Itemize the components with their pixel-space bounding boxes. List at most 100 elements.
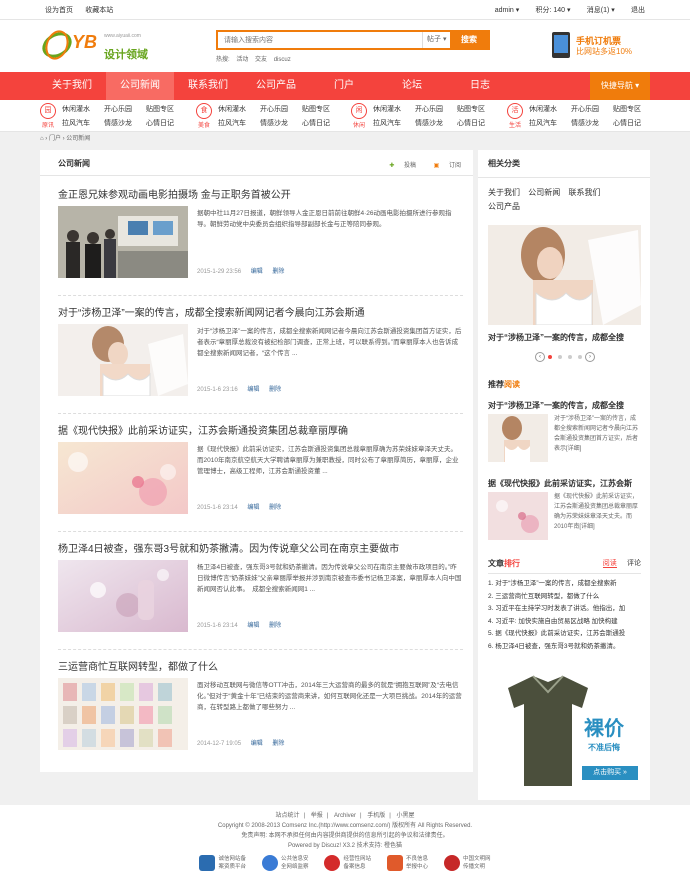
subnav-link[interactable]: 情感沙龙 xyxy=(260,118,302,128)
ranking-item[interactable]: 2. 三运营商忙互联网转型，都做了什么 xyxy=(488,591,641,604)
subnav-link[interactable]: 贴图专区 xyxy=(302,104,344,114)
subnav-link[interactable]: 贴图专区 xyxy=(457,104,499,114)
category-link[interactable]: 联系我们 xyxy=(568,188,600,197)
next-arrow-icon[interactable]: › xyxy=(585,352,595,362)
subnav-link[interactable]: 心情日记 xyxy=(302,118,344,128)
subnav-link[interactable]: 拉风汽车 xyxy=(218,118,260,128)
ad-buy-button[interactable]: 点击购买 » xyxy=(582,766,638,780)
nav-about[interactable]: 关于我们 xyxy=(38,72,106,100)
nav-forum[interactable]: 论坛 xyxy=(378,72,446,100)
edit-link[interactable]: 编辑 xyxy=(251,741,263,747)
edit-link[interactable]: 编辑 xyxy=(251,269,263,275)
subnav-link[interactable]: 开心乐园 xyxy=(104,104,146,114)
subnav-link[interactable]: 心情日记 xyxy=(146,118,188,128)
subnav-link[interactable]: 心情日记 xyxy=(613,118,655,128)
ranking-item[interactable]: 3. 习近平在主持学习时发表了讲话。他指出，加 xyxy=(488,603,641,616)
trust-badge[interactable]: 经营性网站 备案信息 xyxy=(324,855,371,871)
nav-portal[interactable]: 门户 xyxy=(310,72,378,100)
trust-badge[interactable]: 诚信网站备 案资质平台 xyxy=(199,855,246,871)
subnav-link[interactable]: 开心乐园 xyxy=(260,104,302,114)
article-thumbnail[interactable] xyxy=(58,324,188,396)
article-title[interactable]: 金正恩兄妹参观动画电影拍摄场 金与正职务首被公开 xyxy=(58,186,291,201)
article-title[interactable]: 据《现代快报》此前采访证实，江苏会斯通投资集团总裁章丽厚确 xyxy=(58,422,348,437)
submit-article-link[interactable]: ✚ 投稿 xyxy=(381,163,416,169)
messages-menu[interactable]: 消息(1) ▾ xyxy=(587,7,615,14)
ranking-item[interactable]: 1. 对于“涉杨卫泽”一案的传言，成都全搜索新 xyxy=(488,578,641,591)
user-menu[interactable]: admin ▾ xyxy=(495,7,520,14)
points-menu[interactable]: 积分: 140 ▾ xyxy=(535,7,570,14)
delete-link[interactable]: 删除 xyxy=(269,387,281,393)
hot-word[interactable]: 交友 xyxy=(255,57,267,63)
footer-link[interactable]: 站点统计 xyxy=(275,813,299,819)
mobile-ticket-promo[interactable]: 手机订机票 比网站多返10% xyxy=(552,32,652,60)
rec-thumbnail[interactable] xyxy=(488,492,548,540)
search-input[interactable] xyxy=(218,32,422,48)
prev-arrow-icon[interactable]: ‹ xyxy=(535,352,545,362)
subnav-link[interactable]: 开心乐园 xyxy=(571,104,613,114)
rec-title[interactable]: 对于“涉杨卫泽”一案的传言，成都全搜 xyxy=(488,400,641,411)
delete-link[interactable]: 删除 xyxy=(272,741,284,747)
footer-link[interactable]: Archiver xyxy=(334,813,356,819)
subnav-link[interactable]: 休闲灌水 xyxy=(529,104,571,114)
subnav-link[interactable]: 拉风汽车 xyxy=(373,118,415,128)
tab-reads[interactable]: 阅读 xyxy=(602,560,617,568)
subnav-link[interactable]: 休闲灌水 xyxy=(218,104,260,114)
slide-dot[interactable] xyxy=(558,355,562,359)
category-link[interactable]: 关于我们 xyxy=(488,188,520,197)
article-thumbnail[interactable] xyxy=(58,442,188,514)
featured-slide-image[interactable] xyxy=(488,225,641,325)
article-title[interactable]: 三运营商忙互联网转型，都做了什么 xyxy=(58,658,218,673)
site-logo[interactable]: YB www.aiyuaii.com 设计领域 xyxy=(40,28,160,62)
hot-word[interactable]: 活动 xyxy=(236,57,248,63)
article-thumbnail[interactable] xyxy=(58,560,188,632)
category-link[interactable]: 公司产品 xyxy=(488,202,520,211)
quick-nav-button[interactable]: 快捷导航 ▾ xyxy=(590,72,650,100)
hot-word[interactable]: discuz xyxy=(274,57,291,63)
ranking-item[interactable]: 4. 习近平: 加快实施自由贸易区战略 加快构建 xyxy=(488,616,641,629)
category-link[interactable]: 公司新闻 xyxy=(528,188,560,197)
footer-link[interactable]: 小黑屋 xyxy=(396,813,414,819)
edit-link[interactable]: 编辑 xyxy=(247,505,259,511)
set-homepage-link[interactable]: 设为首页 xyxy=(45,7,73,14)
nav-products[interactable]: 公司产品 xyxy=(242,72,310,100)
delete-link[interactable]: 删除 xyxy=(272,269,284,275)
article-thumbnail[interactable] xyxy=(58,678,188,750)
rec-title[interactable]: 据《现代快报》此前采访证实，江苏会斯 xyxy=(488,478,641,489)
subnav-link[interactable]: 开心乐园 xyxy=(415,104,457,114)
search-type-select[interactable]: 帖子 ▾ xyxy=(422,32,450,48)
tshirt-ad-banner[interactable]: 裸价 不准后悔 点击购买 » xyxy=(488,668,641,794)
ranking-item[interactable]: 6. 杨卫泽4日被查，强东哥3号就和奶茶撇清。 xyxy=(488,641,641,654)
subnav-link[interactable]: 情感沙龙 xyxy=(415,118,457,128)
search-button[interactable]: 搜索 xyxy=(450,32,488,48)
subnav-link[interactable]: 心情日记 xyxy=(457,118,499,128)
subnav-link[interactable]: 休闲灌水 xyxy=(373,104,415,114)
edit-link[interactable]: 编辑 xyxy=(247,387,259,393)
subnav-link[interactable]: 情感沙龙 xyxy=(571,118,613,128)
rss-subscribe-link[interactable]: ▣ 订阅 xyxy=(426,163,461,169)
edit-link[interactable]: 编辑 xyxy=(247,623,259,629)
trust-badge[interactable]: 中国文明网 传播文明 xyxy=(444,855,491,871)
footer-link[interactable]: 手机版 xyxy=(367,813,385,819)
logout-link[interactable]: 退出 xyxy=(631,7,645,14)
tab-comments[interactable]: 评论 xyxy=(627,560,641,567)
nav-contact[interactable]: 联系我们 xyxy=(174,72,242,100)
delete-link[interactable]: 删除 xyxy=(269,623,281,629)
slide-dot[interactable] xyxy=(578,355,582,359)
subnav-link[interactable]: 拉风汽车 xyxy=(529,118,571,128)
slide-dot[interactable] xyxy=(548,355,552,359)
article-title[interactable]: 对于“涉杨卫泽”一案的传言，成都全搜索新闻网记者今晨向江苏会斯通 xyxy=(58,304,365,319)
subnav-link[interactable]: 贴图专区 xyxy=(146,104,188,114)
slide-dot[interactable] xyxy=(568,355,572,359)
breadcrumb[interactable]: ⌂ › 门户 › 公司新闻 xyxy=(0,132,690,146)
nav-blog[interactable]: 日志 xyxy=(446,72,514,100)
subnav-link[interactable]: 情感沙龙 xyxy=(104,118,146,128)
ranking-item[interactable]: 5. 据《现代快报》此前采访证实，江苏会斯通投 xyxy=(488,628,641,641)
trust-badge[interactable]: 不良信息 举报中心 xyxy=(387,855,428,871)
nav-news[interactable]: 公司新闻 xyxy=(106,72,174,100)
subnav-link[interactable]: 贴图专区 xyxy=(613,104,655,114)
rec-thumbnail[interactable] xyxy=(488,414,548,462)
trust-badge[interactable]: 公共信息安 全网络监察 xyxy=(261,855,308,871)
delete-link[interactable]: 删除 xyxy=(269,505,281,511)
subnav-link[interactable]: 拉风汽车 xyxy=(62,118,104,128)
footer-link[interactable]: 举报 xyxy=(311,813,323,819)
